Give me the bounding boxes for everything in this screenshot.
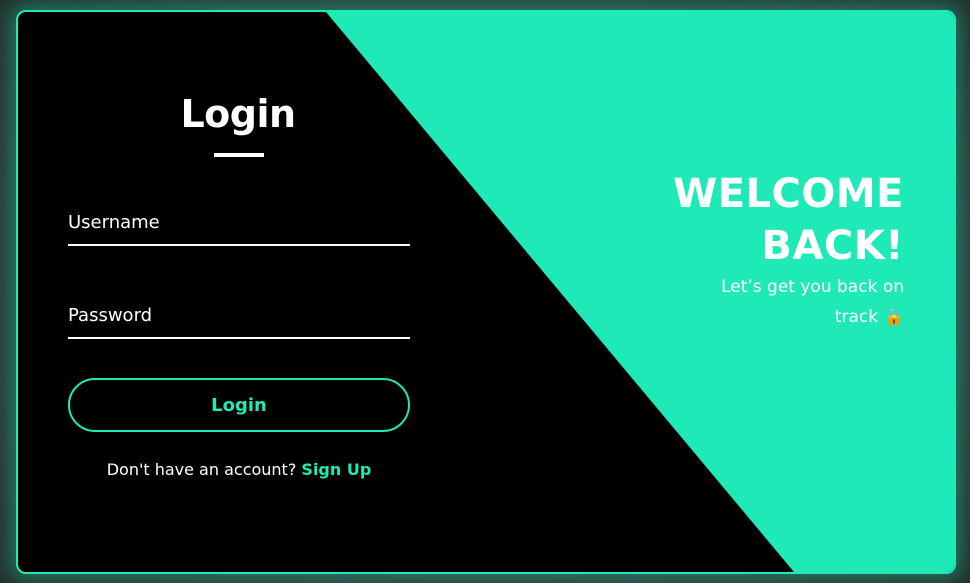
- signup-line: Don't have an account? Sign Up: [68, 460, 410, 479]
- welcome-title-line2: BACK!: [761, 223, 904, 269]
- welcome-title: WELCOME BACK!: [604, 168, 904, 272]
- login-title: Login: [180, 92, 296, 136]
- welcome-subtitle: Let’s get you back on track 🔒: [604, 272, 904, 332]
- password-field: [68, 293, 410, 339]
- title-underline: [214, 153, 264, 157]
- login-card: Login Login Don't have an account? Sign …: [16, 10, 956, 574]
- welcome-title-line1: WELCOME: [673, 171, 904, 217]
- login-button[interactable]: Login: [68, 378, 410, 432]
- welcome-subtitle-line2: track: [834, 307, 879, 327]
- welcome-subtitle-line1: Let’s get you back on: [721, 277, 904, 297]
- lock-icon: 🔒: [884, 307, 904, 326]
- password-input[interactable]: [68, 293, 410, 337]
- signup-prompt: Don't have an account?: [106, 460, 297, 479]
- welcome-panel: WELCOME BACK! Let’s get you back on trac…: [604, 168, 904, 332]
- username-input[interactable]: [68, 200, 410, 244]
- signup-link[interactable]: Sign Up: [301, 460, 371, 479]
- username-field: [68, 200, 410, 246]
